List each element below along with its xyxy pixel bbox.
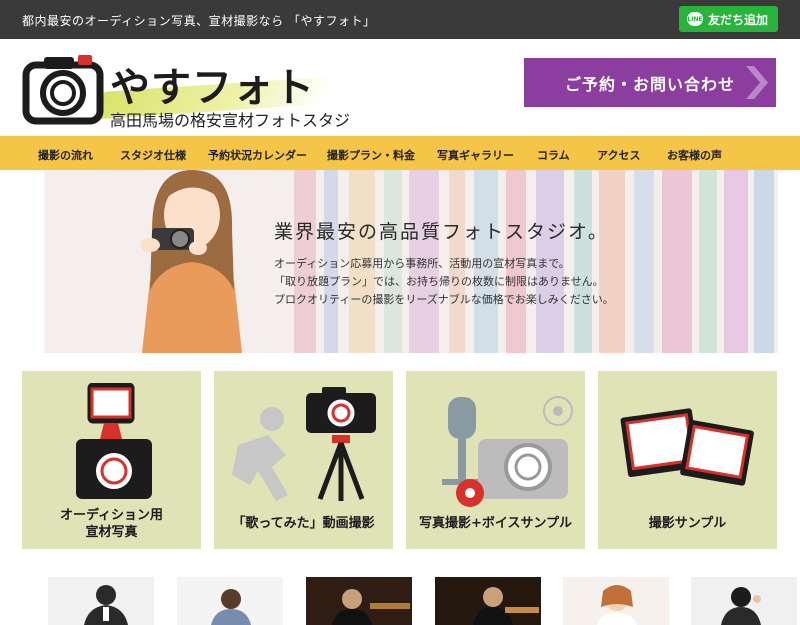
card-label: 写真撮影+ボイスサンプル [418, 516, 573, 531]
nav-item-reviews[interactable]: お客様の声 [667, 147, 722, 163]
portrait-photo [473, 587, 539, 625]
card-photo-samples[interactable]: 撮影サンプル [598, 371, 777, 549]
camera-tripod-icon [306, 387, 376, 501]
service-cards: オーディション用 宣材写真 「歌ってみた」動画撮影 写真撮影+ボイスサンプル 撮… [22, 371, 778, 549]
gallery-thumbnails [22, 573, 797, 625]
site-tagline: 都内最安のオーディション写真、宣材撮影なら 「やすフォト」 [22, 14, 376, 28]
card-label: 「歌ってみた」動画撮影 [232, 516, 375, 531]
reservation-contact-button[interactable]: ご予約・お問い合わせ [524, 58, 776, 107]
camera-logo-icon [22, 55, 104, 125]
nav-item-access[interactable]: アクセス [597, 147, 640, 163]
card-label: オーディション用 [59, 508, 164, 523]
portrait-photo [332, 589, 410, 625]
line-button-label: 友だち追加 [707, 12, 768, 27]
microphone-camera-icon [442, 396, 573, 507]
top-bar: 都内最安のオーディション写真、宣材撮影なら 「やすフォト」 LINE 友だち追加 [0, 0, 800, 39]
nav-item-pricing[interactable]: 撮影プラン・料金 [327, 147, 415, 163]
nav-item-gallery[interactable]: 写真ギャラリー [437, 147, 514, 163]
portrait-photo [211, 589, 251, 625]
hero-photographer-illustration [140, 170, 242, 353]
portrait-photo [721, 587, 761, 625]
camera-flash-icon [76, 383, 152, 499]
card-label: 宣材写真 [85, 525, 138, 540]
site-header: やすフォト 高田馬場の格安宣材フォトスタジオ ご予約・お問い合わせ [0, 39, 800, 154]
card-cover-video[interactable]: 「歌ってみた」動画撮影 [214, 371, 393, 549]
running-person-icon [232, 407, 288, 501]
hero-line: オーディション応募用から事務所、活動用の宣材写真まで。 [274, 257, 570, 270]
gallery-thumbnail[interactable] [563, 577, 669, 625]
card-label: 撮影サンプル [648, 516, 727, 531]
hero-banner: 業界最安の高品質フォトスタジオ。 オーディション応募用から事務所、活動用の宣材写… [44, 170, 778, 353]
nav-item-studio[interactable]: スタジオ仕様 [120, 147, 186, 163]
portrait-photo [84, 585, 128, 625]
gallery-thumbnail[interactable] [177, 577, 283, 625]
gallery-thumbnail[interactable] [691, 577, 797, 625]
site-logo[interactable]: やすフォト 高田馬場の格安宣材フォトスタジオ [22, 49, 352, 154]
card-photo-voice[interactable]: 写真撮影+ボイスサンプル [406, 371, 585, 549]
nav-item-column[interactable]: コラム [537, 147, 570, 163]
chevron-right-icon [746, 66, 768, 99]
hero-line: プロクオリティーの撮影をリーズナブルな価格でお楽しみください。 [274, 293, 614, 306]
hero-body: オーディション応募用から事務所、活動用の宣材写真まで。 「取り放題プラン」では、… [274, 255, 614, 309]
nav-item-calendar[interactable]: 予約状況カレンダー [208, 147, 307, 163]
photo-prints-icon [620, 408, 754, 486]
card-audition-photo[interactable]: オーディション用 宣材写真 [22, 371, 201, 549]
gallery-thumbnail[interactable] [435, 577, 541, 625]
gallery-thumbnail[interactable] [48, 577, 154, 625]
line-icon: LINE [686, 12, 703, 26]
nav-item-flow[interactable]: 撮影の流れ [38, 147, 93, 163]
gallery-thumbnail[interactable] [306, 577, 412, 625]
line-add-friend-button[interactable]: LINE 友だち追加 [678, 6, 778, 32]
brand-name: やすフォト [110, 65, 315, 111]
hero-line: 「取り放題プラン」では、お持ち帰りの枚数に制限はありません。 [274, 275, 604, 288]
portrait-photo [597, 585, 637, 625]
main-nav: 撮影の流れ スタジオ仕様 予約状況カレンダー 撮影プラン・料金 写真ギャラリー … [0, 136, 800, 170]
cta-label: ご予約・お問い合わせ [564, 74, 735, 94]
hero-title: 業界最安の高品質フォトスタジオ。 [274, 221, 609, 243]
